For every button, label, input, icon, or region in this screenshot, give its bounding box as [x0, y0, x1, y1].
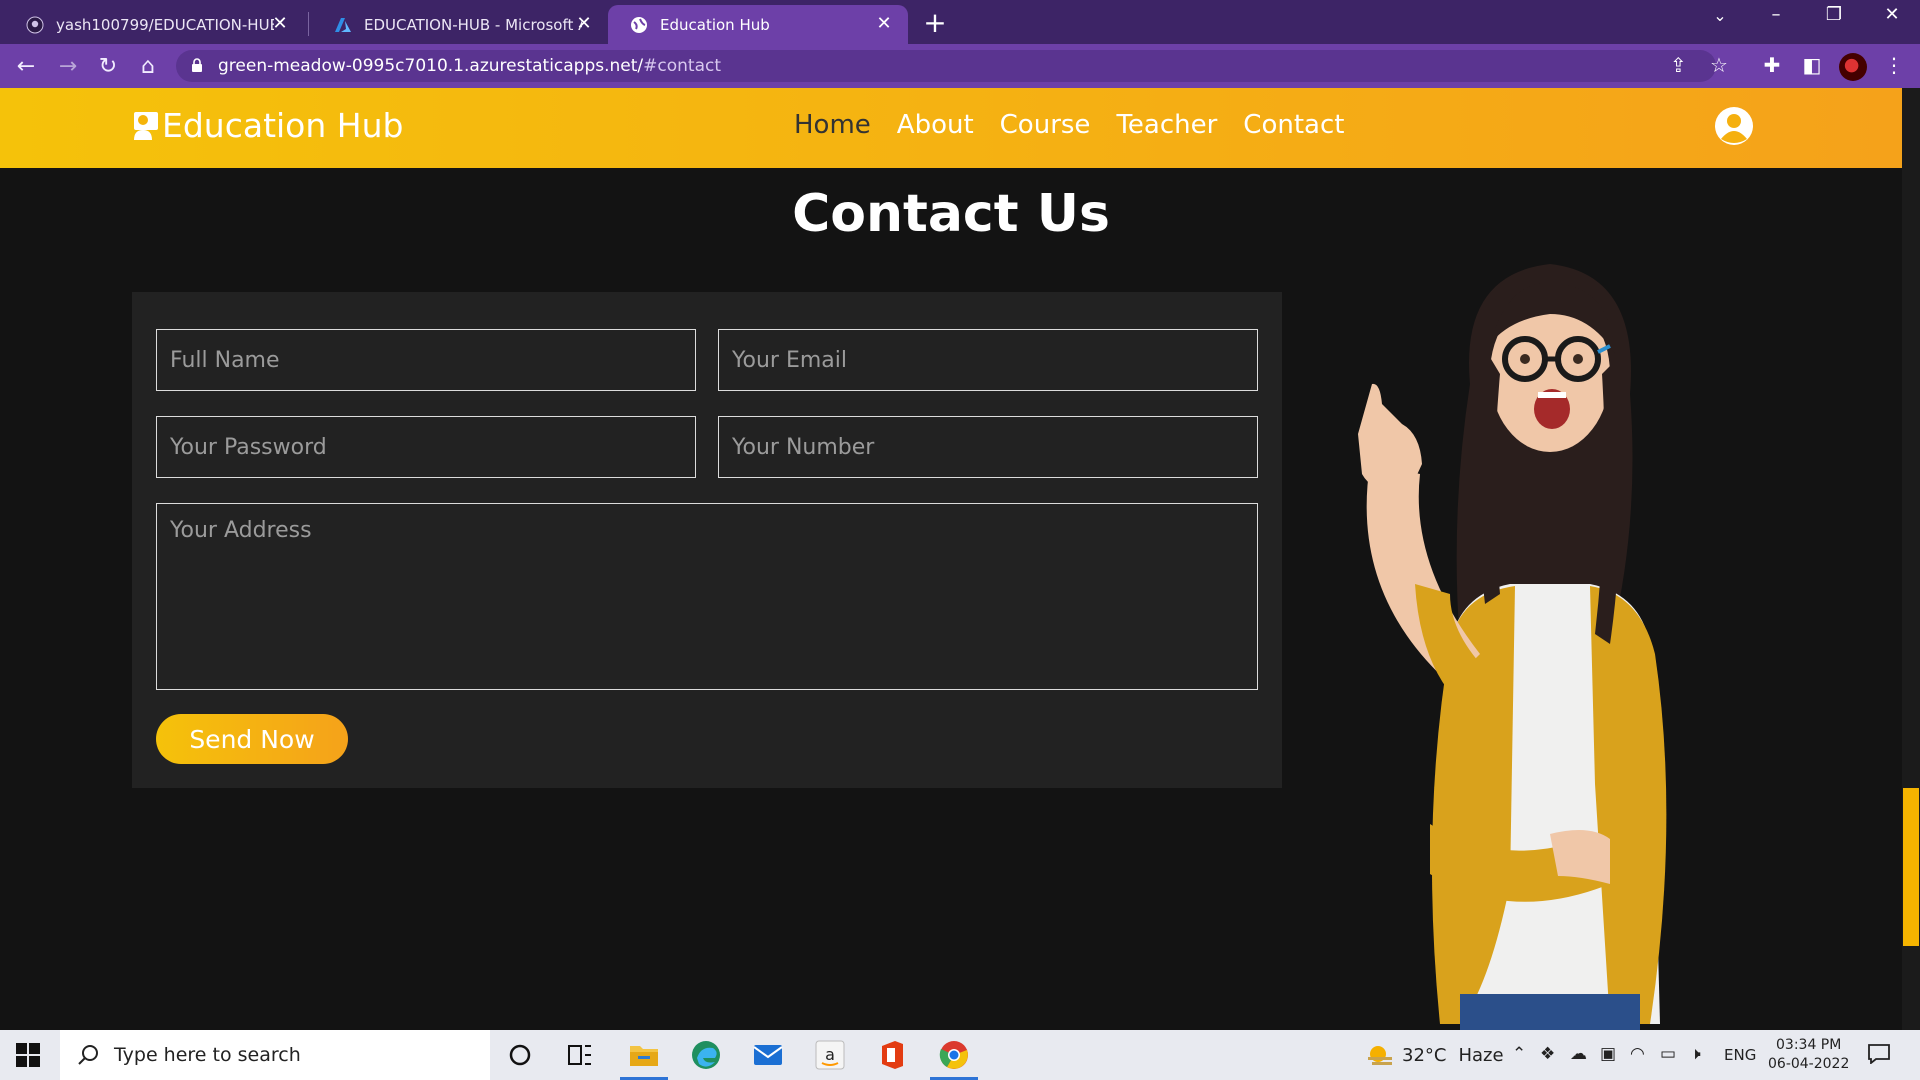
teacher-icon [134, 111, 158, 140]
forward-button[interactable]: → [54, 53, 82, 81]
weather-temp: 32°C [1402, 1044, 1447, 1066]
page-scrollbar[interactable] [1902, 88, 1920, 1030]
dropbox-icon[interactable]: ❖ [1540, 1044, 1555, 1064]
nav-course[interactable]: Course [1000, 110, 1091, 140]
taskbar-search[interactable]: Type here to search [60, 1030, 490, 1080]
haze-icon [1368, 1046, 1392, 1065]
search-placeholder: Type here to search [114, 1044, 301, 1066]
cortana-icon[interactable] [492, 1030, 548, 1080]
address-bar[interactable]: green-meadow-0995c7010.1.azurestaticapps… [176, 50, 1728, 82]
address-textarea[interactable] [156, 503, 1258, 690]
meet-now-icon[interactable]: ▣ [1600, 1044, 1616, 1064]
github-icon [26, 16, 44, 34]
wifi-icon[interactable]: ◠ [1630, 1044, 1645, 1064]
site-logo[interactable]: Education Hub [132, 106, 403, 145]
url-host: green-meadow-0995c7010.1.azurestaticapps… [218, 56, 644, 76]
edge-browser-icon[interactable] [678, 1030, 734, 1080]
side-panel-icon[interactable]: ◧ [1798, 53, 1826, 77]
windows-start-icon[interactable] [16, 1043, 40, 1067]
language-indicator[interactable]: ENG [1724, 1046, 1756, 1064]
nav-teacher[interactable]: Teacher [1116, 110, 1217, 140]
site-header: Education Hub Home About Course Teacher … [0, 88, 1902, 168]
azure-icon [334, 16, 352, 34]
nav-home[interactable]: Home [794, 110, 871, 140]
chrome-icon[interactable] [926, 1030, 982, 1080]
tab-education-hub[interactable]: Education Hub ✕ [608, 5, 908, 44]
full-name-input[interactable] [156, 329, 696, 391]
brand-name: Education Hub [162, 106, 404, 145]
reload-button[interactable]: ↻ [94, 53, 122, 81]
battery-icon[interactable]: ▭ [1660, 1044, 1676, 1064]
search-icon [78, 1045, 98, 1065]
clock-date: 06-04-2022 [1768, 1056, 1850, 1072]
lock-icon [192, 58, 202, 72]
clock-time: 03:34 PM [1776, 1037, 1842, 1053]
scrollbar-thumb[interactable] [1903, 788, 1919, 946]
home-button[interactable]: ⌂ [134, 53, 162, 81]
weather-widget[interactable]: 32°C Haze [1366, 1044, 1504, 1066]
mail-icon[interactable] [740, 1030, 796, 1080]
url-text: green-meadow-0995c7010.1.azurestaticapps… [218, 56, 721, 76]
nav-contact[interactable]: Contact [1243, 110, 1344, 140]
browser-tab-strip: yash100799/EDUCATION-HUB: T ✕ EDUCATION-… [0, 0, 1920, 44]
email-input[interactable] [718, 329, 1258, 391]
tab-divider [308, 12, 309, 36]
password-input[interactable] [156, 416, 696, 478]
extensions-icon[interactable]: ✚ [1758, 53, 1786, 77]
tab-title: Education Hub [660, 15, 770, 34]
main-nav: Home About Course Teacher Contact [794, 110, 1370, 140]
menu-kebab-icon[interactable]: ⋮ [1880, 53, 1908, 77]
profile-avatar[interactable] [1839, 53, 1867, 81]
section-title: Contact Us [792, 184, 1110, 244]
share-icon[interactable]: ⇪ [1670, 53, 1687, 77]
webpage: Education Hub Home About Course Teacher … [0, 88, 1902, 1030]
system-clock[interactable]: 03:34 PM 06-04-2022 [1768, 1036, 1849, 1074]
back-button[interactable]: ← [12, 53, 40, 81]
svg-text:a: a [825, 1045, 835, 1064]
chevron-up-icon[interactable]: ⌃ [1512, 1044, 1526, 1064]
woman-pointing-image [1358, 264, 1667, 1030]
minimize-button[interactable]: – [1756, 4, 1796, 25]
office-icon[interactable] [864, 1030, 920, 1080]
onedrive-cloud-icon[interactable]: ☁ [1570, 1044, 1587, 1064]
close-icon[interactable]: ✕ [874, 13, 894, 34]
url-path: #contact [643, 56, 722, 76]
send-now-button[interactable]: Send Now [156, 714, 348, 764]
bookmark-star-icon[interactable]: ☆ [1710, 53, 1728, 77]
amazon-icon[interactable]: a [802, 1030, 858, 1080]
user-account-icon[interactable] [1714, 106, 1754, 146]
speaker-muted-icon[interactable]: 🕨 [1690, 1044, 1701, 1064]
weather-condition: Haze [1458, 1044, 1504, 1066]
task-view-icon[interactable] [552, 1030, 608, 1080]
restore-button[interactable]: ❐ [1814, 4, 1854, 25]
contact-form: Send Now [132, 292, 1282, 788]
tab-title: yash100799/EDUCATION-HUB: T [56, 15, 274, 34]
notification-center-icon[interactable] [1868, 1044, 1890, 1064]
tab-search-icon[interactable]: ⌄ [1700, 6, 1740, 25]
close-icon[interactable]: ✕ [270, 13, 290, 34]
close-icon[interactable]: ✕ [574, 13, 594, 34]
phone-number-input[interactable] [718, 416, 1258, 478]
tab-github[interactable]: yash100799/EDUCATION-HUB: T ✕ [4, 5, 304, 44]
windows-taskbar: Type here to search a 32°C Haze ⌃ ❖ ☁ ▣ … [0, 1030, 1920, 1080]
new-tab-button[interactable]: + [922, 6, 948, 39]
close-window-button[interactable]: ✕ [1872, 4, 1912, 25]
file-explorer-icon[interactable] [616, 1030, 672, 1080]
globe-icon [630, 16, 648, 34]
tab-title: EDUCATION-HUB - Microsoft Az [364, 15, 582, 34]
tab-azure[interactable]: EDUCATION-HUB - Microsoft Az ✕ [312, 5, 608, 44]
browser-toolbar: ← → ↻ ⌂ green-meadow-0995c7010.1.azurest… [0, 44, 1920, 88]
nav-about[interactable]: About [897, 110, 974, 140]
